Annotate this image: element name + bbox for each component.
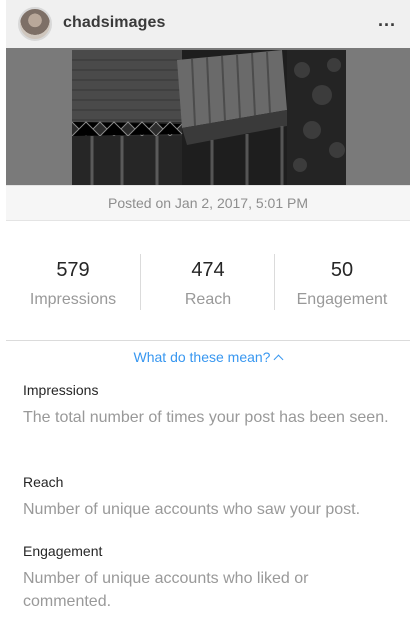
reach-count: 474 bbox=[191, 259, 225, 281]
avatar[interactable] bbox=[18, 7, 52, 41]
chevron-up-icon[interactable] bbox=[274, 354, 284, 365]
engagement-label: Engagement bbox=[296, 291, 388, 308]
stats-row: 579 Impressions 474 Reach 50 Engagement bbox=[6, 252, 410, 312]
definition-term: Engagement bbox=[23, 543, 103, 559]
post-header: chadsimages ... bbox=[6, 0, 410, 48]
engagement-count: 50 bbox=[330, 259, 354, 281]
definition-description: Number of unique accounts who saw your p… bbox=[23, 501, 361, 518]
definition-term: Impressions bbox=[23, 382, 99, 398]
impressions-label: Impressions bbox=[29, 291, 117, 308]
post-photo[interactable] bbox=[72, 50, 346, 185]
definition-impressions: Impressions The total number of times yo… bbox=[23, 381, 395, 429]
definition-description: The total number of times your post has … bbox=[23, 409, 389, 426]
what-do-these-mean-link[interactable]: What do these mean? bbox=[6, 349, 410, 365]
what-do-these-mean-label[interactable]: What do these mean? bbox=[134, 349, 271, 365]
definition-description: Number of unique accounts who liked or c… bbox=[23, 570, 309, 610]
username[interactable]: chadsimages bbox=[63, 14, 165, 32]
definition-term: Reach bbox=[23, 474, 64, 490]
impressions-count: 579 bbox=[56, 259, 90, 281]
definition-reach: Reach Number of unique accounts who saw … bbox=[23, 473, 395, 521]
stat-reach: 474 Reach bbox=[141, 252, 275, 312]
more-options-icon[interactable]: ... bbox=[378, 10, 396, 31]
stat-impressions: 579 Impressions bbox=[6, 252, 140, 312]
stat-engagement: 50 Engagement bbox=[275, 252, 409, 312]
posted-date: Posted on Jan 2, 2017, 5:01 PM bbox=[107, 195, 309, 211]
reach-label: Reach bbox=[184, 291, 232, 308]
section-divider bbox=[6, 340, 410, 341]
definition-engagement: Engagement Number of unique accounts who… bbox=[23, 542, 395, 613]
post-insights-card: chadsimages ... Posted on Jan 2, 2017, 5… bbox=[6, 0, 410, 618]
